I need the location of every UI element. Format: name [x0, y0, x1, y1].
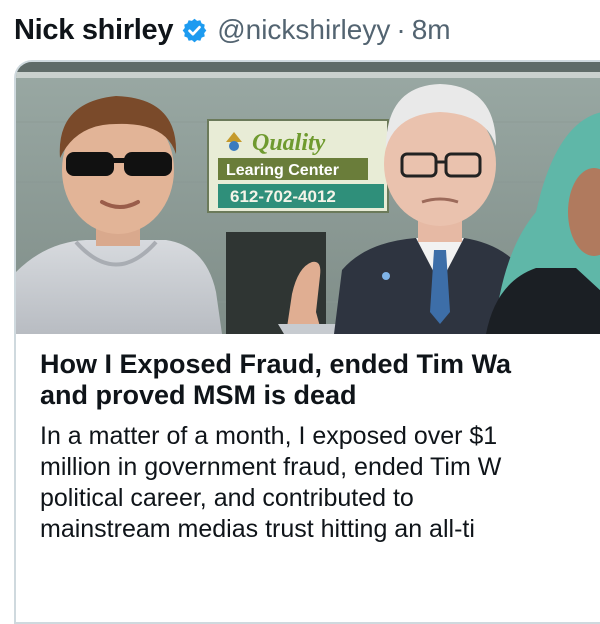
business-sign: Quality Learing Center 612-702-4012 — [207, 119, 389, 213]
sign-brand-text: Quality — [252, 130, 326, 156]
author-handle[interactable]: @nickshirleyy — [217, 14, 390, 46]
post-header: Nick shirley @nickshirleyy · 8m — [14, 10, 451, 50]
meta-separator: · — [396, 14, 406, 45]
sign-subtitle-text: Learing Center — [226, 162, 339, 179]
link-preview-title[interactable]: How I Exposed Fraud, ended Tim Wa and pr… — [40, 349, 600, 411]
description-line: political career, and contributed to — [40, 484, 414, 512]
description-line: million in government fraud, ended Tim W — [40, 453, 502, 481]
verified-badge-icon — [181, 17, 208, 44]
author-name[interactable]: Nick shirley — [14, 14, 174, 47]
thumbnail-illustration: Quality Learing Center 612-702-4012 — [16, 62, 600, 334]
link-preview-description: In a matter of a month, I exposed over $… — [40, 421, 600, 545]
title-line: and proved MSM is dead — [40, 380, 357, 410]
link-preview-card[interactable]: Quality Learing Center 612-702-4012 How … — [14, 60, 600, 624]
link-preview-text[interactable]: How I Exposed Fraud, ended Tim Wa and pr… — [40, 349, 600, 545]
description-line: In a matter of a month, I exposed over $… — [40, 422, 498, 450]
link-preview-image[interactable]: Quality Learing Center 612-702-4012 — [16, 62, 600, 334]
sign-phone-text: 612-702-4012 — [230, 187, 336, 206]
post-timestamp[interactable]: 8m — [412, 14, 451, 46]
title-line: How I Exposed Fraud, ended Tim Wa — [40, 349, 512, 379]
description-line: mainstream medias trust hitting an all-t… — [40, 515, 475, 543]
